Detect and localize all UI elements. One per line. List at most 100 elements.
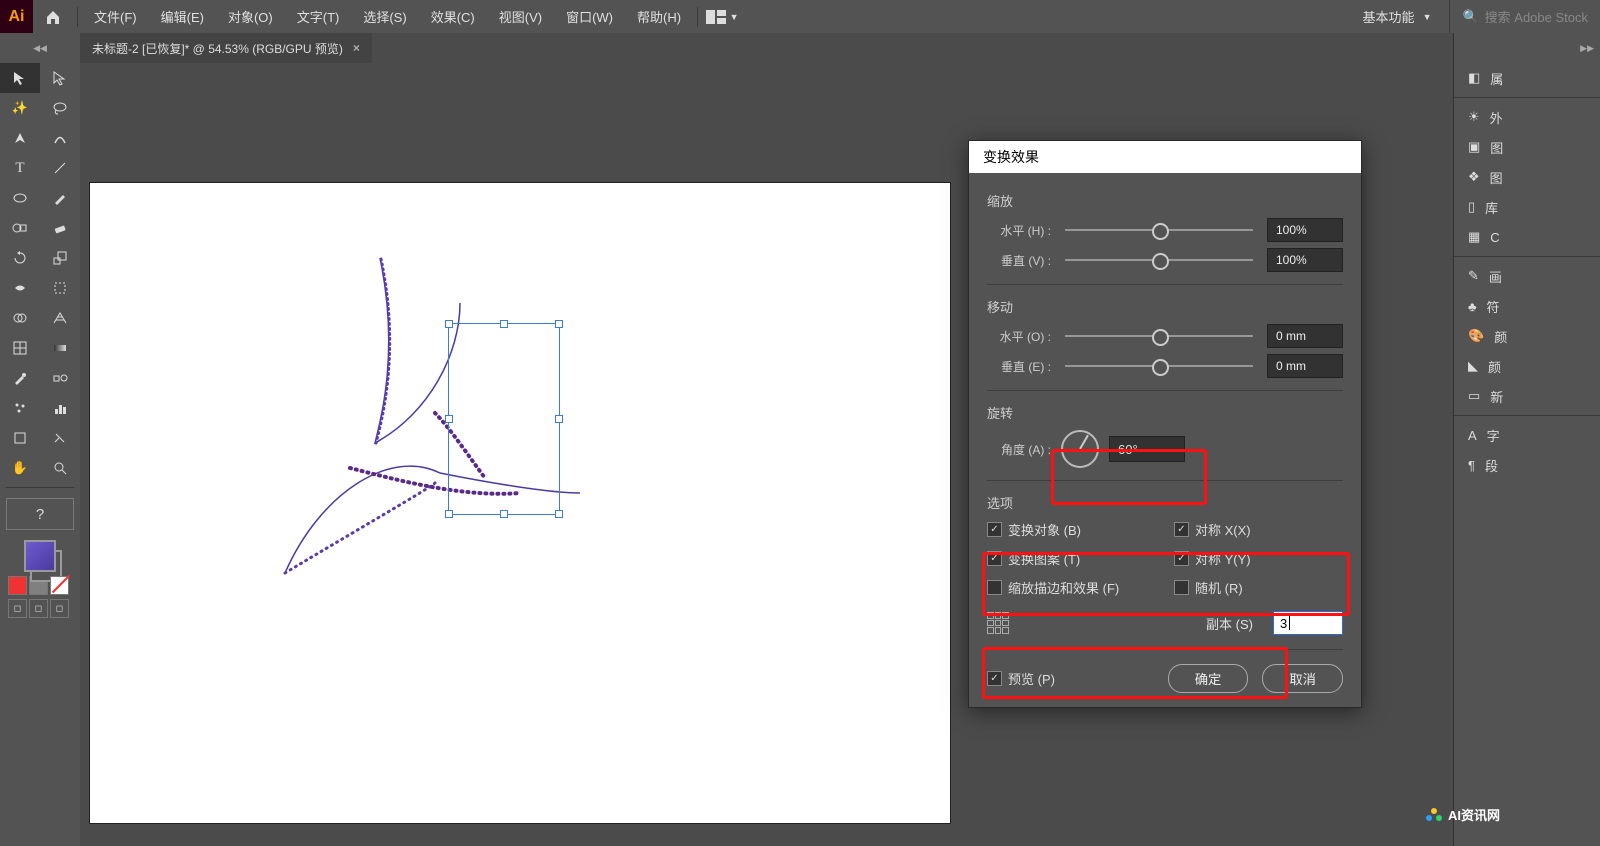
eyedropper-tool[interactable] [0, 363, 40, 393]
rotate-tool[interactable] [0, 243, 40, 273]
arrange-documents-button[interactable]: ▼ [702, 0, 742, 33]
angle-input[interactable]: 60° [1109, 436, 1185, 462]
perspective-grid-tool[interactable] [40, 303, 80, 333]
pen-tool[interactable] [0, 123, 40, 153]
document-tab[interactable]: 未标题-2 [已恢复]* @ 54.53% (RGB/GPU 预览) × [80, 33, 372, 63]
shaper-tool[interactable] [0, 213, 40, 243]
resize-handle[interactable] [500, 510, 508, 518]
resize-handle[interactable] [445, 320, 453, 328]
menu-view[interactable]: 视图(V) [487, 0, 554, 33]
scale-tool[interactable] [40, 243, 80, 273]
preview-checkbox[interactable]: 预览 (P) [987, 669, 1055, 688]
fill-swatch[interactable] [24, 540, 56, 572]
move-h-input[interactable]: 0 mm [1267, 324, 1343, 348]
stock-search[interactable]: 🔍 搜索 Adobe Stock [1450, 7, 1600, 26]
color-mode[interactable] [8, 576, 27, 595]
paintbrush-tool[interactable] [40, 183, 80, 213]
dock-symbols[interactable]: ♣符 [1454, 291, 1600, 321]
draw-normal[interactable]: ◻ [8, 599, 27, 618]
dock-cc[interactable]: ▦C [1454, 222, 1600, 252]
reflect-y-checkbox[interactable]: 对称 Y(Y) [1174, 549, 1343, 568]
mesh-tool[interactable] [0, 333, 40, 363]
menu-window[interactable]: 窗口(W) [554, 0, 625, 33]
line-tool[interactable] [40, 153, 80, 183]
symbol-sprayer-tool[interactable] [0, 393, 40, 423]
slider-thumb[interactable] [1152, 359, 1169, 376]
draw-inside[interactable]: ◻ [50, 599, 69, 618]
slice-tool[interactable] [40, 423, 80, 453]
hand-tool[interactable]: ✋ [0, 453, 40, 483]
dock-appearance[interactable]: ☀外 [1454, 102, 1600, 132]
dock-paragraph[interactable]: ¶段 [1454, 450, 1600, 480]
width-tool[interactable] [0, 273, 40, 303]
resize-handle[interactable] [555, 510, 563, 518]
menu-select[interactable]: 选择(S) [351, 0, 418, 33]
magic-wand-tool[interactable]: ✨ [0, 93, 40, 123]
menu-type[interactable]: 文字(T) [285, 0, 352, 33]
transform-patterns-checkbox[interactable]: 变换图案 (T) [987, 549, 1156, 568]
menu-help[interactable]: 帮助(H) [625, 0, 693, 33]
resize-handle[interactable] [445, 510, 453, 518]
dock-brushes[interactable]: ✎画 [1454, 261, 1600, 291]
resize-handle[interactable] [555, 415, 563, 423]
copies-input[interactable]: 3 [1273, 611, 1343, 635]
dock-color[interactable]: ◣颜 [1454, 351, 1600, 381]
toolbar-expand-handle[interactable]: ◀◀ [0, 33, 80, 63]
random-checkbox[interactable]: 随机 (R) [1174, 578, 1343, 597]
resize-handle[interactable] [500, 320, 508, 328]
help-tool[interactable]: ? [6, 498, 74, 530]
close-tab-button[interactable]: × [353, 41, 360, 55]
dock-libraries[interactable]: ▯库 [1454, 192, 1600, 222]
move-v-slider[interactable] [1065, 365, 1253, 367]
draw-behind[interactable]: ◻ [29, 599, 48, 618]
shape-builder-tool[interactable] [0, 303, 40, 333]
scale-h-input[interactable]: 100% [1267, 218, 1343, 242]
move-v-input[interactable]: 0 mm [1267, 354, 1343, 378]
dock-expand-handle[interactable]: ▶▶ [1454, 33, 1600, 63]
curvature-tool[interactable] [40, 123, 80, 153]
cancel-button[interactable]: 取消 [1262, 664, 1343, 693]
selection-tool[interactable] [0, 63, 40, 93]
scale-strokes-checkbox[interactable]: 缩放描边和效果 (F) [987, 578, 1156, 597]
dock-swatches[interactable]: 🎨颜 [1454, 321, 1600, 351]
transform-objects-checkbox[interactable]: 变换对象 (B) [987, 520, 1156, 539]
dock-gradient[interactable]: ▭新 [1454, 381, 1600, 411]
artboard-tool[interactable] [0, 423, 40, 453]
slider-thumb[interactable] [1152, 223, 1169, 240]
reference-point-selector[interactable] [987, 612, 1009, 634]
angle-dial[interactable] [1061, 430, 1099, 468]
ok-button[interactable]: 确定 [1168, 664, 1249, 693]
menu-file[interactable]: 文件(F) [82, 0, 149, 33]
gradient-tool[interactable] [40, 333, 80, 363]
resize-handle[interactable] [445, 415, 453, 423]
reflect-x-checkbox[interactable]: 对称 X(X) [1174, 520, 1343, 539]
fill-stroke-swatch[interactable] [0, 536, 80, 576]
menu-edit[interactable]: 编辑(E) [149, 0, 216, 33]
selection-bounding-box[interactable] [448, 323, 560, 515]
free-transform-tool[interactable] [40, 273, 80, 303]
menu-effect[interactable]: 效果(C) [419, 0, 487, 33]
dock-layers[interactable]: ❖图 [1454, 162, 1600, 192]
none-mode[interactable] [50, 576, 69, 595]
direct-selection-tool[interactable] [40, 63, 80, 93]
scale-h-slider[interactable] [1065, 229, 1253, 231]
blend-tool[interactable] [40, 363, 80, 393]
slider-thumb[interactable] [1152, 329, 1169, 346]
zoom-tool[interactable] [40, 453, 80, 483]
resize-handle[interactable] [555, 320, 563, 328]
eraser-tool[interactable] [40, 213, 80, 243]
scale-v-slider[interactable] [1065, 259, 1253, 261]
slider-thumb[interactable] [1152, 253, 1169, 270]
menu-object[interactable]: 对象(O) [216, 0, 285, 33]
ellipse-tool[interactable] [0, 183, 40, 213]
dock-properties[interactable]: ◧属 [1454, 63, 1600, 93]
move-h-slider[interactable] [1065, 335, 1253, 337]
type-tool[interactable]: T [0, 153, 40, 183]
workspace-switcher[interactable]: 基本功能 ▼ [1345, 0, 1451, 33]
column-graph-tool[interactable] [40, 393, 80, 423]
lasso-tool[interactable] [40, 93, 80, 123]
home-button[interactable] [33, 0, 73, 33]
scale-v-input[interactable]: 100% [1267, 248, 1343, 272]
dock-graphic-styles[interactable]: ▣图 [1454, 132, 1600, 162]
dialog-titlebar[interactable]: 变换效果 [969, 141, 1361, 173]
